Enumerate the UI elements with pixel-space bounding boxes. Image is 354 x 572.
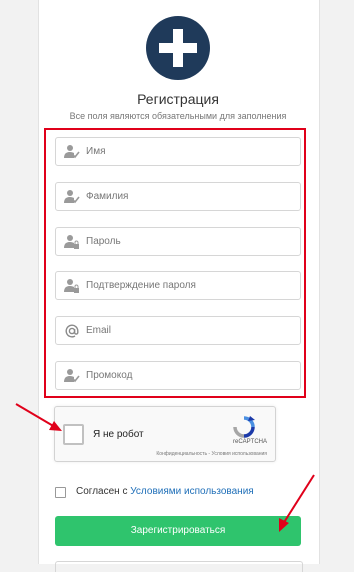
plus-logo-icon bbox=[146, 16, 210, 80]
recaptcha-widget: Я не робот reCAPTCHA Конфиденциальность … bbox=[54, 406, 276, 462]
terms-checkbox[interactable] bbox=[55, 487, 66, 498]
terms-prefix: Согласен с bbox=[76, 486, 131, 497]
confirm-password-field[interactable]: Подтверждение пароля bbox=[55, 271, 301, 300]
terms-link[interactable]: Условиями использования bbox=[130, 486, 253, 497]
recaptcha-brand: reCAPTCHA bbox=[232, 439, 267, 445]
next-element-edge bbox=[55, 561, 303, 572]
password-field[interactable]: Пароль bbox=[55, 227, 301, 256]
user-check-icon bbox=[64, 144, 80, 160]
last-name-field[interactable]: Фамилия bbox=[55, 182, 301, 211]
user-lock-icon bbox=[64, 278, 80, 294]
promo-code-placeholder: Промокод bbox=[86, 370, 133, 381]
page-subtitle: Все поля являются обязательными для запо… bbox=[69, 111, 287, 121]
at-sign-icon bbox=[64, 323, 80, 339]
user-lock-icon bbox=[64, 234, 80, 250]
highlight-frame bbox=[44, 128, 306, 398]
email-placeholder: Email bbox=[86, 325, 112, 336]
first-name-field[interactable]: Имя bbox=[55, 137, 301, 166]
recaptcha-checkbox[interactable] bbox=[63, 424, 84, 445]
confirm-password-placeholder: Подтверждение пароля bbox=[86, 280, 196, 291]
user-check-icon bbox=[64, 189, 80, 205]
first-name-placeholder: Имя bbox=[86, 146, 106, 157]
recaptcha-label: Я не робот bbox=[93, 429, 144, 440]
promo-code-field[interactable]: Промокод bbox=[55, 361, 301, 390]
password-placeholder: Пароль bbox=[86, 236, 121, 247]
user-check-icon bbox=[64, 368, 80, 384]
email-field[interactable]: Email bbox=[55, 316, 301, 345]
last-name-placeholder: Фамилия bbox=[86, 191, 129, 202]
register-button[interactable]: Зарегистрироваться bbox=[55, 516, 301, 546]
terms-text: Согласен с Условиями использования bbox=[76, 486, 254, 497]
page-title: Регистрация bbox=[137, 91, 219, 107]
recaptcha-privacy-terms-links[interactable]: Конфиденциальность - Условия использован… bbox=[156, 451, 267, 457]
